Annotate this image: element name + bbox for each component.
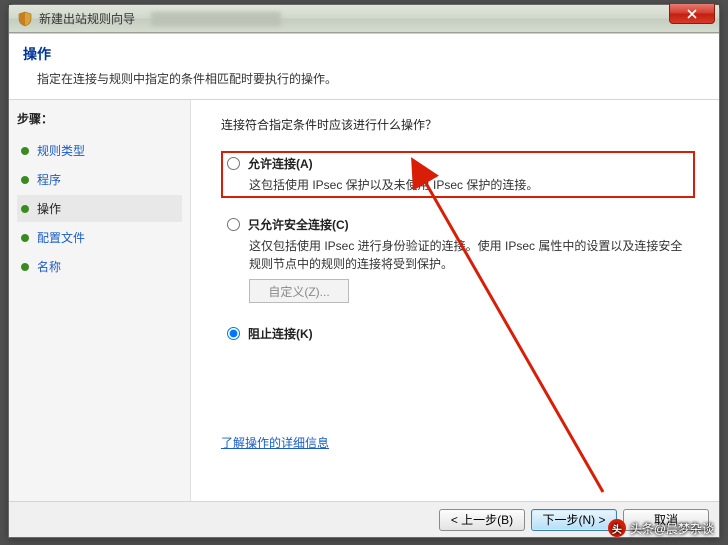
radio-allow-desc: 这包括使用 IPsec 保护以及未使用 IPsec 保护的连接。 [249, 176, 689, 194]
step-label: 规则类型 [37, 142, 85, 159]
close-icon [687, 9, 697, 19]
steps-sidebar: 步骤： 规则类型 程序 操作 配置文件 [9, 100, 191, 501]
bullet-icon [21, 234, 29, 242]
step-action[interactable]: 操作 [17, 195, 182, 222]
step-program[interactable]: 程序 [17, 166, 182, 193]
shield-icon [17, 11, 33, 27]
radio-secure-input[interactable] [227, 218, 240, 231]
option-secure-connection: 只允许安全连接(C) 这仅包括使用 IPsec 进行身份验证的连接。使用 IPs… [221, 212, 695, 307]
bullet-icon [21, 176, 29, 184]
radio-allow-label: 允许连接(A) [248, 155, 313, 172]
step-name[interactable]: 名称 [17, 253, 182, 280]
wizard-body: 步骤： 规则类型 程序 操作 配置文件 [9, 100, 719, 501]
main-panel: 连接符合指定条件时应该进行什么操作？ 允许连接(A) 这包括使用 IPsec 保… [191, 100, 719, 501]
step-label: 程序 [37, 171, 61, 188]
back-button[interactable]: < 上一步(B) [439, 509, 525, 531]
next-button[interactable]: 下一步(N) > [531, 509, 617, 531]
customize-button: 自定义(Z)... [249, 279, 349, 303]
radio-secure-desc: 这仅包括使用 IPsec 进行身份验证的连接。使用 IPsec 属性中的设置以及… [249, 237, 689, 273]
bullet-icon [21, 263, 29, 271]
page-subtitle: 指定在连接与规则中指定的条件相匹配时要执行的操作。 [23, 70, 705, 87]
radio-block-label: 阻止连接(K) [248, 325, 313, 342]
window-title: 新建出站规则向导 [39, 10, 135, 27]
learn-more-row: 了解操作的详细信息 [221, 434, 329, 451]
step-profile[interactable]: 配置文件 [17, 224, 182, 251]
page-title: 操作 [23, 44, 705, 64]
step-label: 名称 [37, 258, 61, 275]
radio-block-input[interactable] [227, 327, 240, 340]
close-button[interactable] [669, 4, 715, 24]
watermark: 头 头条@晨梦杂谈 [608, 519, 714, 537]
wizard-header: 操作 指定在连接与规则中指定的条件相匹配时要执行的操作。 [9, 34, 719, 100]
radio-allow[interactable]: 允许连接(A) [227, 155, 689, 172]
radio-allow-input[interactable] [227, 157, 240, 170]
step-label: 操作 [37, 200, 61, 217]
watermark-text: 头条@晨梦杂谈 [630, 520, 714, 537]
watermark-logo-icon: 头 [608, 519, 626, 537]
learn-more-link[interactable]: 了解操作的详细信息 [221, 436, 329, 450]
option-block-connection: 阻止连接(K) [221, 321, 695, 350]
question-text: 连接符合指定条件时应该进行什么操作？ [221, 116, 695, 133]
bullet-icon [21, 205, 29, 213]
wizard-window: 新建出站规则向导 操作 指定在连接与规则中指定的条件相匹配时要执行的操作。 步骤… [8, 4, 720, 538]
radio-secure-label: 只允许安全连接(C) [248, 216, 349, 233]
option-allow-connection: 允许连接(A) 这包括使用 IPsec 保护以及未使用 IPsec 保护的连接。 [221, 151, 695, 198]
sidebar-title: 步骤： [17, 110, 182, 127]
bullet-icon [21, 147, 29, 155]
titlebar[interactable]: 新建出站规则向导 [9, 5, 719, 33]
title-blur [151, 12, 281, 26]
content-area: 操作 指定在连接与规则中指定的条件相匹配时要执行的操作。 步骤： 规则类型 程序 [9, 33, 719, 537]
step-label: 配置文件 [37, 229, 85, 246]
radio-block[interactable]: 阻止连接(K) [227, 325, 689, 342]
radio-secure[interactable]: 只允许安全连接(C) [227, 216, 689, 233]
step-rule-type[interactable]: 规则类型 [17, 137, 182, 164]
